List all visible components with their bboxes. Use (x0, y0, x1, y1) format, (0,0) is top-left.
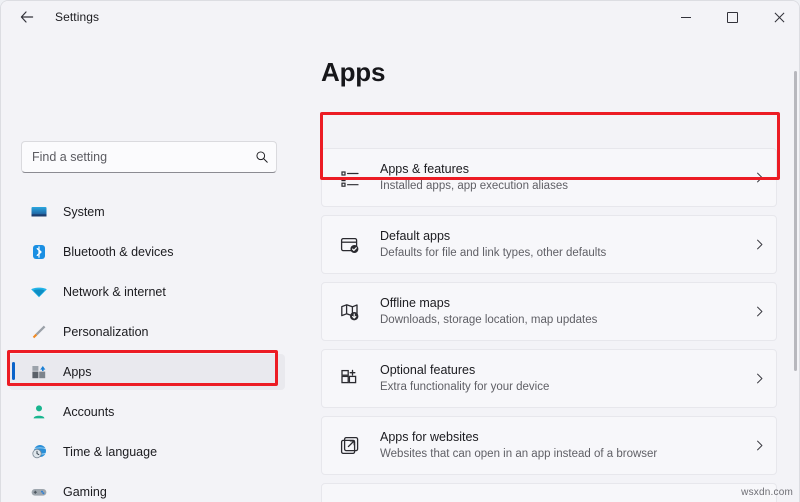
card-subtitle: Downloads, storage location, map updates (380, 312, 742, 328)
bluetooth-icon (29, 242, 49, 262)
card-subtitle: Extra functionality for your device (380, 379, 742, 395)
card-subtitle: Installed apps, app execution aliases (380, 178, 742, 194)
apps-blocks-icon (29, 362, 49, 382)
scrollbar-thumb[interactable] (794, 71, 797, 371)
minimize-icon (681, 17, 691, 18)
window-controls (663, 1, 800, 33)
video-playback-card[interactable]: Video playback (321, 483, 777, 502)
wifi-icon (29, 282, 49, 302)
card-subtitle: Defaults for file and link types, other … (380, 245, 742, 261)
clock-globe-icon (29, 442, 49, 462)
vertical-scrollbar[interactable] (794, 71, 797, 491)
sidebar-item-label: System (63, 205, 105, 219)
sidebar: System Bluetooth & devices (1, 33, 301, 502)
sidebar-item-bluetooth-devices[interactable]: Bluetooth & devices (9, 234, 285, 270)
offline-maps-card[interactable]: Offline maps Downloads, storage location… (321, 282, 777, 341)
sidebar-item-label: Time & language (63, 445, 157, 459)
card-texts: Default apps Defaults for file and link … (380, 228, 742, 261)
sidebar-item-gaming[interactable]: Gaming (9, 474, 285, 502)
sidebar-item-label: Gaming (63, 485, 107, 499)
minimize-button[interactable] (663, 1, 709, 33)
bulleted-list-icon (336, 164, 364, 192)
sidebar-item-label: Bluetooth & devices (63, 245, 174, 259)
grid-plus-icon (336, 365, 364, 393)
open-external-icon (336, 432, 364, 460)
sidebar-nav: System Bluetooth & devices (9, 194, 285, 502)
optional-features-card[interactable]: Optional features Extra functionality fo… (321, 349, 777, 408)
system-monitor-icon (29, 202, 49, 222)
chevron-right-icon[interactable] (742, 439, 776, 452)
sidebar-item-time-language[interactable]: Time & language (9, 434, 285, 470)
search-input[interactable] (22, 150, 248, 164)
watermark: wsxdn.com (741, 487, 793, 498)
chevron-right-icon[interactable] (742, 305, 776, 318)
sidebar-item-accounts[interactable]: Accounts (9, 394, 285, 430)
card-texts: Apps & features Installed apps, app exec… (380, 161, 742, 194)
sidebar-item-label: Apps (63, 365, 92, 379)
video-icon (336, 499, 364, 502)
settings-window: Settings (0, 0, 800, 502)
back-arrow-icon (19, 9, 35, 25)
close-icon (773, 12, 784, 23)
search-icon[interactable] (248, 150, 276, 164)
title-bar: Settings (1, 1, 800, 33)
sidebar-item-system[interactable]: System (9, 194, 285, 230)
paintbrush-icon (29, 322, 49, 342)
apps-for-websites-card[interactable]: Apps for websites Websites that can open… (321, 416, 777, 475)
maximize-icon (727, 12, 738, 23)
sidebar-item-label: Accounts (63, 405, 114, 419)
card-texts: Optional features Extra functionality fo… (380, 362, 742, 395)
gamepad-icon (29, 482, 49, 502)
card-title: Offline maps (380, 295, 742, 311)
sidebar-item-label: Network & internet (63, 285, 166, 299)
card-subtitle: Websites that can open in an app instead… (380, 446, 742, 462)
page-title: Apps (321, 57, 385, 88)
card-texts: Offline maps Downloads, storage location… (380, 295, 742, 328)
back-button[interactable] (11, 1, 43, 33)
maximize-button[interactable] (709, 1, 755, 33)
card-title: Apps & features (380, 161, 742, 177)
card-title: Optional features (380, 362, 742, 378)
default-apps-card[interactable]: Default apps Defaults for file and link … (321, 215, 777, 274)
close-button[interactable] (755, 1, 800, 33)
card-texts: Apps for websites Websites that can open… (380, 429, 742, 462)
main-content: Apps Apps & features Installed apps, app… (301, 33, 800, 502)
card-title: Default apps (380, 228, 742, 244)
chevron-right-icon[interactable] (742, 238, 776, 251)
chevron-right-icon[interactable] (742, 171, 776, 184)
sidebar-item-network-internet[interactable]: Network & internet (9, 274, 285, 310)
card-title: Apps for websites (380, 429, 742, 445)
window-title: Settings (55, 10, 99, 24)
map-download-icon (336, 298, 364, 326)
apps-features-card[interactable]: Apps & features Installed apps, app exec… (321, 148, 777, 207)
chevron-right-icon[interactable] (742, 372, 776, 385)
sidebar-item-personalization[interactable]: Personalization (9, 314, 285, 350)
person-icon (29, 402, 49, 422)
sidebar-item-label: Personalization (63, 325, 148, 339)
settings-card-list: Apps & features Installed apps, app exec… (321, 148, 777, 502)
sidebar-item-apps[interactable]: Apps (9, 354, 285, 390)
window-check-icon (336, 231, 364, 259)
search-box[interactable] (21, 141, 277, 173)
